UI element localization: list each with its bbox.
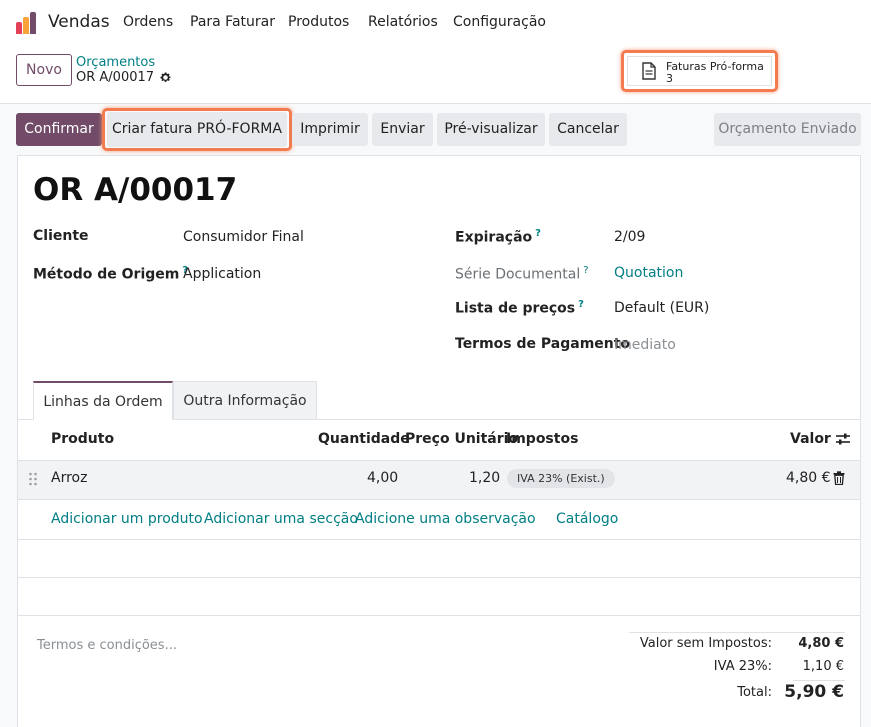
help-icon[interactable]: ? bbox=[535, 228, 541, 239]
totals-divider bbox=[629, 632, 845, 633]
column-options-icon[interactable] bbox=[835, 432, 851, 446]
terms-conditions-field[interactable]: Termos e condições... bbox=[37, 638, 177, 653]
breadcrumb-parent[interactable]: Orçamentos bbox=[76, 55, 155, 70]
col-header-preco-unitario[interactable]: Preço Unitário bbox=[405, 431, 518, 447]
field-value-termos-pagamento[interactable]: Imediato bbox=[614, 337, 676, 353]
menu-ordens[interactable]: Ordens bbox=[123, 14, 173, 30]
record-title: OR A/00017 bbox=[33, 172, 238, 208]
field-label-expiracao: Expiração? bbox=[455, 228, 541, 246]
cell-unit-price[interactable]: 1,20 bbox=[469, 470, 500, 486]
menu-para-faturar[interactable]: Para Faturar bbox=[190, 14, 275, 30]
new-button[interactable]: Novo bbox=[16, 54, 72, 86]
divider bbox=[18, 539, 860, 540]
untaxed-amount-label: Valor sem Impostos: bbox=[639, 636, 772, 651]
col-header-produto[interactable]: Produto bbox=[51, 431, 114, 447]
tab-other-info[interactable]: Outra Informação bbox=[173, 381, 317, 420]
col-header-quantidade[interactable]: Quantidade bbox=[318, 431, 410, 447]
cell-product[interactable]: Arroz bbox=[51, 470, 87, 486]
total-divider bbox=[793, 680, 845, 681]
proforma-invoices-smart-button[interactable]: Faturas Pró-forma 3 bbox=[627, 56, 772, 86]
field-label-metodo-origem: Método de Origem? bbox=[33, 265, 189, 283]
add-product-link[interactable]: Adicionar um produto bbox=[51, 511, 203, 527]
untaxed-amount-value: 4,80 € bbox=[798, 636, 844, 651]
menu-relatorios[interactable]: Relatórios bbox=[368, 14, 438, 30]
field-value-expiracao[interactable]: 2/09 bbox=[614, 229, 645, 245]
print-button[interactable]: Imprimir bbox=[292, 113, 368, 146]
help-icon[interactable]: ? bbox=[578, 299, 584, 310]
cell-quantity[interactable]: 4,00 bbox=[367, 470, 398, 486]
tax-label: IVA 23%: bbox=[713, 659, 772, 674]
catalog-link[interactable]: Catálogo bbox=[556, 511, 618, 527]
field-value-serie-documental[interactable]: Quotation bbox=[614, 265, 683, 281]
divider bbox=[18, 577, 860, 578]
cell-amount: 4,80 € bbox=[786, 470, 831, 486]
document-icon bbox=[642, 62, 656, 80]
tax-value: 1,10 € bbox=[802, 659, 844, 674]
top-navbar: Vendas Ordens Para Faturar Produtos Rela… bbox=[0, 0, 871, 46]
menu-configuracao[interactable]: Configuração bbox=[453, 14, 546, 30]
status-quotation-sent[interactable]: Orçamento Enviado bbox=[714, 113, 861, 146]
preview-button[interactable]: Pré-visualizar bbox=[437, 113, 545, 146]
trash-icon[interactable] bbox=[833, 471, 845, 485]
field-label-lista-precos: Lista de preços? bbox=[455, 299, 584, 317]
field-label-serie-documental: Série Documental? bbox=[455, 265, 589, 283]
help-icon[interactable]: ? bbox=[583, 265, 588, 276]
tax-badge[interactable]: IVA 23% (Exist.) bbox=[507, 469, 615, 488]
create-proforma-button[interactable]: Criar fatura PRÓ-FORMA bbox=[107, 112, 287, 147]
smart-button-count: 3 bbox=[666, 72, 673, 85]
gear-icon[interactable] bbox=[159, 71, 172, 84]
field-label-termos-pagamento: Termos de Pagamento bbox=[455, 336, 631, 352]
col-header-valor[interactable]: Valor bbox=[790, 431, 831, 447]
smart-button-label: Faturas Pró-forma bbox=[666, 60, 764, 73]
field-value-lista-precos[interactable]: Default (EUR) bbox=[614, 300, 709, 316]
col-header-impostos[interactable]: Impostos bbox=[506, 431, 578, 447]
breadcrumb-current: OR A/00017 bbox=[76, 70, 155, 85]
field-value-cliente[interactable]: Consumidor Final bbox=[183, 229, 304, 245]
total-label: Total: bbox=[737, 685, 772, 700]
field-label-cliente: Cliente bbox=[33, 228, 89, 244]
confirm-button[interactable]: Confirmar bbox=[16, 113, 102, 146]
app-name[interactable]: Vendas bbox=[48, 12, 110, 32]
send-button[interactable]: Enviar bbox=[372, 113, 433, 146]
app-logo-icon[interactable] bbox=[16, 12, 38, 34]
table-row[interactable] bbox=[18, 460, 860, 500]
add-note-link[interactable]: Adicione uma observação bbox=[355, 511, 536, 527]
tab-order-lines[interactable]: Linhas da Ordem bbox=[33, 381, 173, 420]
total-value: 5,90 € bbox=[784, 682, 844, 702]
add-section-link[interactable]: Adicionar uma secção bbox=[204, 511, 358, 527]
drag-handle-icon[interactable] bbox=[28, 472, 38, 486]
cancel-button[interactable]: Cancelar bbox=[549, 113, 627, 146]
menu-produtos[interactable]: Produtos bbox=[288, 14, 349, 30]
divider bbox=[18, 615, 860, 616]
field-value-metodo-origem[interactable]: Application bbox=[183, 266, 261, 282]
